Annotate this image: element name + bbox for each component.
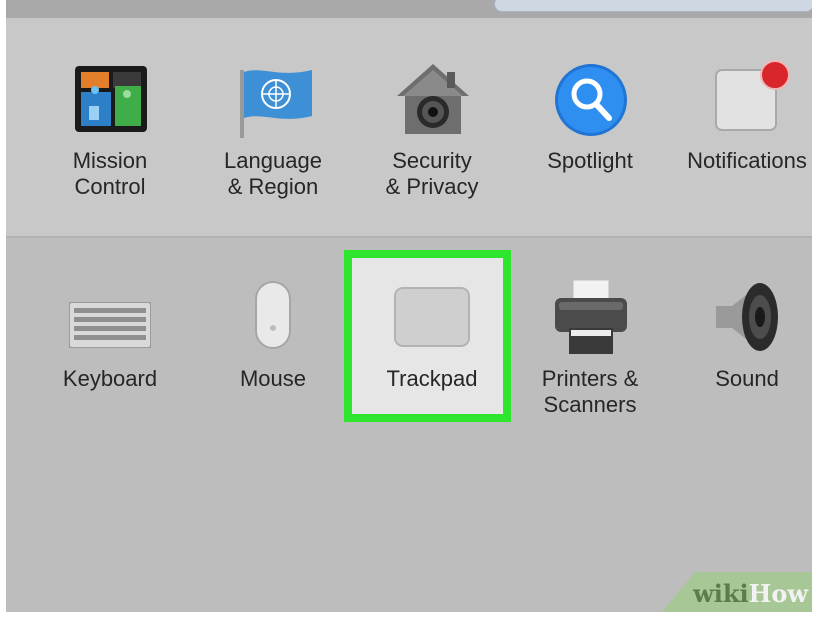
un-flag-icon — [240, 70, 312, 138]
pref-label: Sound — [715, 366, 779, 391]
pref-label: Trackpad — [386, 366, 478, 391]
pref-security-privacy[interactable]: Security & Privacy — [353, 60, 511, 200]
pref-label: Printers & Scanners — [541, 366, 639, 417]
pref-trackpad[interactable]: Trackpad — [353, 278, 511, 392]
pref-label: Mission Control — [72, 148, 148, 199]
pref-printers-scanners[interactable]: Printers & Scanners — [511, 278, 669, 418]
trackpad-icon — [394, 287, 470, 347]
pref-label: Mouse — [239, 366, 307, 391]
pref-mission-control[interactable]: Mission Control — [31, 60, 189, 200]
system-preferences-window: Mission Control Language & Region Securi… — [6, 0, 812, 612]
pref-label: Notifications — [687, 148, 807, 173]
pref-label: Keyboard — [62, 366, 158, 391]
wikihow-watermark: wikiHow — [662, 572, 812, 612]
mouse-icon — [255, 281, 291, 349]
speaker-icon — [716, 283, 778, 351]
pref-spotlight[interactable]: Spotlight — [511, 60, 669, 174]
pref-sound[interactable]: Sound — [668, 278, 812, 392]
toolbar — [6, 0, 812, 18]
pref-keyboard[interactable]: Keyboard — [31, 278, 189, 392]
magnifier-icon — [555, 64, 627, 136]
keyboard-icon — [69, 302, 151, 348]
printer-icon — [555, 279, 627, 354]
pref-mouse[interactable]: Mouse — [194, 278, 352, 392]
notification-badge — [760, 60, 790, 90]
pref-label: Spotlight — [547, 148, 633, 173]
pref-notifications[interactable]: Notifications — [668, 60, 812, 174]
pref-label: Security & Privacy — [385, 148, 479, 199]
security-house-icon — [397, 64, 469, 134]
pref-label: Language & Region — [224, 148, 322, 199]
pref-language-region[interactable]: Language & Region — [194, 60, 352, 200]
mission-control-icon — [75, 66, 147, 132]
search-field[interactable] — [494, 0, 812, 12]
